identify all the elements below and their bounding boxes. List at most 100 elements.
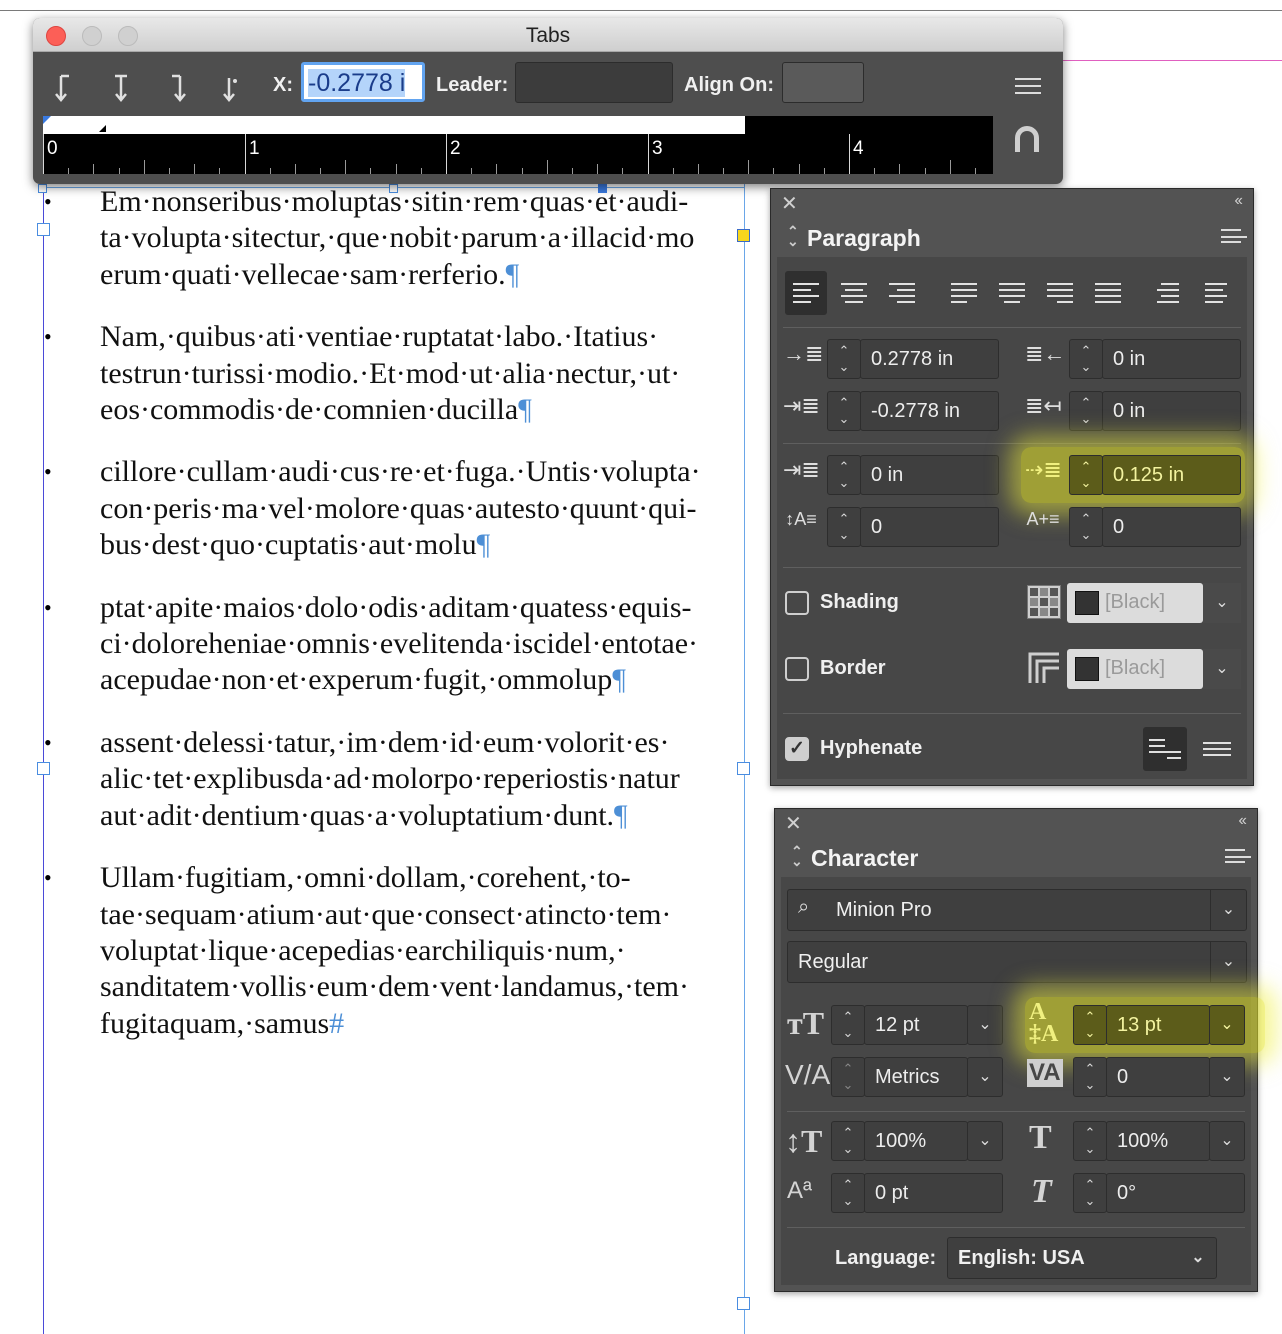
skew-input[interactable]: 0° bbox=[1106, 1173, 1245, 1213]
align-center-icon[interactable] bbox=[833, 271, 875, 315]
leading-input[interactable]: 13 pt bbox=[1106, 1005, 1210, 1045]
close-icon[interactable]: ✕ bbox=[781, 191, 798, 216]
horizontal-scale-dropdown[interactable]: ⌄ bbox=[1209, 1121, 1245, 1161]
text-frame[interactable]: • Em·nonseribus·moluptas·sitin·rem·quas·e… bbox=[44, 184, 760, 1068]
kerning-stepper[interactable]: ⌃ ⌄ bbox=[831, 1057, 865, 1097]
ruler-tick bbox=[370, 168, 372, 174]
font-family-select[interactable]: ⌕ Minion Pro ⌄ bbox=[787, 889, 1247, 931]
frame-handle-right-bottom[interactable] bbox=[737, 1297, 750, 1310]
right-justified-tab-icon[interactable] bbox=[162, 72, 190, 106]
last-line-right-indent-input[interactable]: 0 in bbox=[1102, 391, 1241, 431]
kerning-dropdown[interactable]: ⌄ bbox=[967, 1057, 1003, 1097]
font-style-select[interactable]: Regular ⌄ bbox=[787, 941, 1247, 983]
right-indent-stepper[interactable]: ⌃ ⌄ bbox=[1069, 339, 1103, 379]
space-after-icon: ⇢≣ bbox=[1025, 457, 1062, 482]
horizontal-scale-input[interactable]: 100% bbox=[1106, 1121, 1210, 1161]
vertical-scale-input[interactable]: 100% bbox=[864, 1121, 968, 1161]
vertical-scale-dropdown[interactable]: ⌄ bbox=[967, 1121, 1003, 1161]
tab-ruler[interactable]: 0 1 2 3 4 bbox=[43, 134, 993, 174]
left-indent-input[interactable]: 0.2778 in bbox=[860, 339, 999, 379]
horizontal-scale-stepper[interactable]: ⌃ ⌄ bbox=[1073, 1121, 1107, 1161]
indent-markers[interactable] bbox=[43, 116, 123, 134]
bulleted-paragraph[interactable]: • Nam,·quibus·ati·ventiae·ruptatat·labo.·… bbox=[44, 319, 760, 428]
align-right-icon[interactable] bbox=[881, 271, 923, 315]
font-size-stepper[interactable]: ⌃ ⌄ bbox=[831, 1005, 865, 1045]
center-justified-tab-icon[interactable] bbox=[107, 72, 135, 106]
character-panel-menu-icon[interactable] bbox=[1225, 849, 1251, 863]
align-to-baseline-grid-button[interactable] bbox=[1195, 727, 1239, 771]
close-icon[interactable]: ✕ bbox=[785, 811, 802, 836]
space-before-input[interactable]: 0 in bbox=[860, 455, 999, 495]
first-line-indent-input[interactable]: -0.2778 in bbox=[860, 391, 999, 431]
shading-settings-icon[interactable] bbox=[1027, 585, 1061, 619]
bulleted-paragraph[interactable]: • assent·delessi·tatur,·im·dem·id·eum·vol… bbox=[44, 725, 760, 834]
baseline-shift-input[interactable]: 0 pt bbox=[864, 1173, 1003, 1213]
border-color-dropdown[interactable]: ⌄ bbox=[1203, 649, 1241, 689]
font-size-dropdown[interactable]: ⌄ bbox=[967, 1005, 1003, 1045]
bullet: • bbox=[44, 324, 52, 350]
frame-handle-left-middle[interactable] bbox=[37, 762, 50, 775]
border-settings-icon[interactable] bbox=[1027, 651, 1061, 685]
skew-stepper[interactable]: ⌃ ⌄ bbox=[1073, 1173, 1107, 1213]
tab-position-input[interactable]: -0.2778 i bbox=[301, 62, 425, 102]
language-select[interactable]: English: USA ⌄ bbox=[947, 1237, 1217, 1279]
collapse-icon[interactable]: ‹‹ bbox=[1238, 812, 1247, 830]
justify-last-left-icon[interactable] bbox=[943, 271, 985, 315]
tab-character[interactable]: ⌃ ⌄ Character bbox=[781, 837, 951, 877]
tabs-titlebar[interactable]: Tabs bbox=[33, 18, 1063, 52]
bulleted-paragraph[interactable]: • ptat·apite·maios·dolo·odis·aditam·quate… bbox=[44, 590, 760, 699]
justify-last-right-icon[interactable] bbox=[1039, 271, 1081, 315]
align-away-from-spine-icon[interactable] bbox=[1197, 271, 1239, 315]
left-indent-stepper[interactable]: ⌃ ⌄ bbox=[827, 339, 861, 379]
align-towards-spine-icon[interactable] bbox=[1149, 271, 1191, 315]
shading-checkbox[interactable] bbox=[785, 591, 809, 615]
first-line-indent-stepper[interactable]: ⌃ ⌄ bbox=[827, 391, 861, 431]
right-indent-input[interactable]: 0 in bbox=[1102, 339, 1241, 379]
align-left-icon[interactable] bbox=[785, 271, 827, 315]
bulleted-paragraph[interactable]: • Em·nonseribus·moluptas·sitin·rem·quas·e… bbox=[44, 184, 760, 293]
right-indent-marker[interactable] bbox=[733, 116, 747, 134]
space-after-stepper[interactable]: ⌃ ⌄ bbox=[1069, 455, 1103, 495]
space-after-input[interactable]: 0.125 in bbox=[1102, 455, 1241, 495]
frame-handle-left-top[interactable] bbox=[37, 223, 50, 236]
last-line-right-indent-stepper[interactable]: ⌃ ⌄ bbox=[1069, 391, 1103, 431]
border-checkbox[interactable] bbox=[785, 657, 809, 681]
drop-cap-characters-stepper[interactable]: ⌃ ⌄ bbox=[1069, 507, 1103, 547]
paragraph-end-mark: ¶ bbox=[476, 528, 491, 562]
shading-color-field[interactable]: [Black] bbox=[1067, 583, 1203, 623]
vertical-scale-stepper[interactable]: ⌃ ⌄ bbox=[831, 1121, 865, 1161]
leading-stepper[interactable]: ⌃ ⌄ bbox=[1073, 1005, 1107, 1045]
bulleted-paragraph[interactable]: • Ullam·fugitiam,·omni·dollam,·corehent,·… bbox=[44, 860, 760, 1042]
do-not-align-to-baseline-grid-button[interactable] bbox=[1143, 727, 1187, 771]
shading-color-dropdown[interactable]: ⌄ bbox=[1203, 583, 1241, 623]
bulleted-paragraph[interactable]: • cillore·cullam·audi·cus·re·et·fuga.·Unt… bbox=[44, 454, 760, 563]
position-panel-above-frame-icon[interactable] bbox=[1015, 126, 1039, 152]
font-size-input[interactable]: 12 pt bbox=[864, 1005, 968, 1045]
ruler-tick bbox=[395, 164, 397, 174]
baseline-shift-stepper[interactable]: ⌃ ⌄ bbox=[831, 1173, 865, 1213]
paragraph-end-mark: # bbox=[329, 1006, 345, 1040]
hyphenate-checkbox[interactable]: ✓ bbox=[785, 737, 809, 761]
drop-cap-lines-stepper[interactable]: ⌃ ⌄ bbox=[827, 507, 861, 547]
align-to-decimal-tab-icon[interactable] bbox=[215, 72, 243, 106]
tab-paragraph[interactable]: ⌃ ⌄ Paragraph bbox=[777, 217, 947, 257]
kerning-input[interactable]: Metrics bbox=[864, 1057, 968, 1097]
drop-cap-characters-input[interactable]: 0 bbox=[1102, 507, 1241, 547]
tracking-dropdown[interactable]: ⌄ bbox=[1209, 1057, 1245, 1097]
collapse-icon[interactable]: ‹‹ bbox=[1234, 192, 1243, 210]
left-justified-tab-icon[interactable] bbox=[53, 72, 81, 106]
tracking-stepper[interactable]: ⌃ ⌄ bbox=[1073, 1057, 1107, 1097]
leader-input[interactable] bbox=[515, 62, 673, 103]
drop-cap-lines-input[interactable]: 0 bbox=[860, 507, 999, 547]
space-before-stepper[interactable]: ⌃ ⌄ bbox=[827, 455, 861, 495]
panel-header: ✕ ‹‹ bbox=[771, 189, 1253, 215]
justify-all-icon[interactable] bbox=[1087, 271, 1129, 315]
paragraph-panel-menu-icon[interactable] bbox=[1221, 229, 1247, 243]
tabs-panel-menu-icon[interactable] bbox=[1015, 78, 1041, 94]
justify-last-center-icon[interactable] bbox=[991, 271, 1033, 315]
align-on-input[interactable] bbox=[782, 62, 864, 103]
leading-dropdown[interactable]: ⌄ bbox=[1209, 1005, 1245, 1045]
border-color-field[interactable]: [Black] bbox=[1067, 649, 1203, 689]
tracking-input[interactable]: 0 bbox=[1106, 1057, 1210, 1097]
ruler-tick bbox=[849, 134, 850, 174]
